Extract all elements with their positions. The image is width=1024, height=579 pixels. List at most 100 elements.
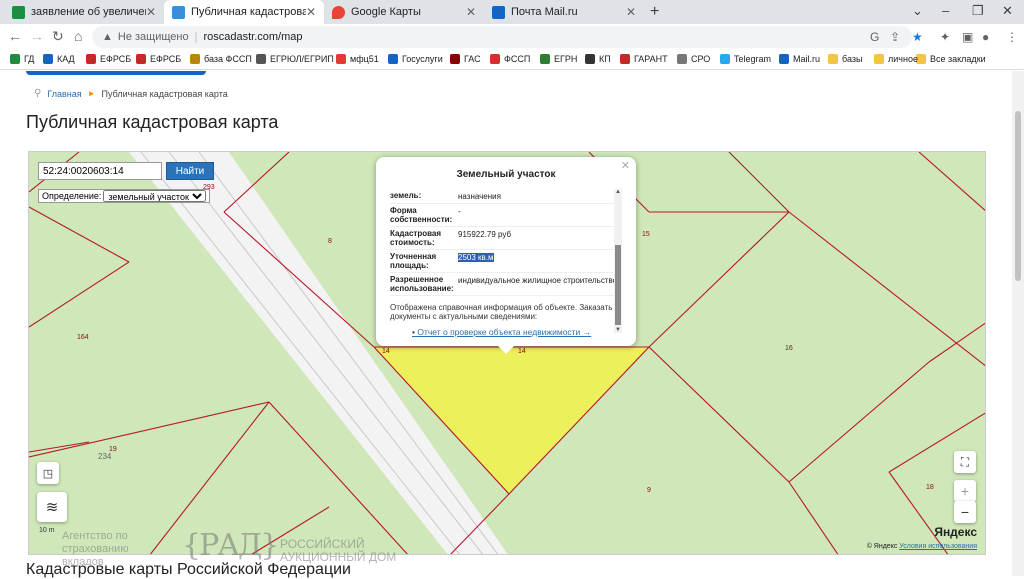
bookmark-label: ЕГРЮЛ/ЕГРИП xyxy=(270,54,334,64)
bookmark-label: ГАС xyxy=(464,54,481,64)
parcel-label: 9 xyxy=(647,487,651,494)
tab-cadastral-map[interactable]: Публичная кадастровая карта ✕ xyxy=(164,0,324,24)
address-toolbar: ← → ↻ ⌂ ▲ Не защищено | roscadastr.com/m… xyxy=(0,24,1024,50)
mail-icon xyxy=(492,5,505,19)
tab-search-icon[interactable]: ⌄ xyxy=(912,3,923,19)
google-icon[interactable]: G xyxy=(870,30,879,44)
page-scroll-thumb[interactable] xyxy=(1015,111,1021,281)
tab-title: заявление об увеличении иска xyxy=(31,6,146,18)
new-tab-button[interactable]: + xyxy=(650,3,659,21)
address-bar[interactable]: ▲ Не защищено | roscadastr.com/map xyxy=(92,26,912,48)
bookmark-item[interactable]: Mail.ru xyxy=(779,54,820,64)
security-label: Не защищено xyxy=(117,31,189,43)
tab-document[interactable]: заявление об увеличении иска ✕ xyxy=(4,0,164,24)
cadastral-map[interactable]: 293 8 15 164 14 14 16 19 234 9 18 Найти … xyxy=(28,151,986,555)
breadcrumb: ⚲ Главная ► Публичная кадастровая карта xyxy=(34,88,228,99)
plus-icon: + xyxy=(960,483,970,499)
row-key: земель: xyxy=(390,191,422,200)
bookmark-label: ФССП xyxy=(504,54,531,64)
bookmark-item[interactable]: ЕФРСБ xyxy=(136,54,181,64)
cadastral-number-input[interactable] xyxy=(38,162,162,180)
bookmark-item[interactable]: ФССП xyxy=(490,54,530,64)
bookmark-item[interactable]: личное xyxy=(874,54,918,64)
bookmark-item[interactable]: базы xyxy=(828,54,862,64)
all-bookmarks-label: Все закладки xyxy=(930,54,986,64)
bookmark-item[interactable]: ЕГРН xyxy=(540,54,577,64)
popup-body: земель: назначения Форма собственности: … xyxy=(390,189,622,339)
popup-pointer xyxy=(498,346,514,354)
zoom-in-button[interactable]: + xyxy=(954,480,976,502)
back-icon[interactable]: ← xyxy=(8,28,22,44)
row-value: 2503 кв.м xyxy=(458,252,622,270)
close-icon[interactable]: ✕ xyxy=(626,5,636,19)
avatar[interactable]: ● xyxy=(982,30,989,44)
report-link[interactable]: Отчет о проверке объекта недвижимости → xyxy=(412,327,622,337)
location-pin-icon: ⚲ xyxy=(34,88,42,99)
bookmark-item[interactable]: ГАС xyxy=(450,54,481,64)
bookmark-star-icon[interactable]: ★ xyxy=(912,30,923,44)
bookmark-item[interactable]: ГАРАНТ xyxy=(620,54,668,64)
row-value: индивидуальное жилищное строительство xyxy=(458,276,618,285)
bookmark-item[interactable]: мфц51 xyxy=(336,54,379,64)
bookmark-item[interactable]: ГД xyxy=(10,54,34,64)
share-icon[interactable]: ⇪ xyxy=(890,30,900,44)
area-value-selected[interactable]: 2503 кв.м xyxy=(458,253,494,262)
all-bookmarks[interactable]: Все закладки xyxy=(916,54,986,64)
close-icon[interactable]: ✕ xyxy=(466,5,476,19)
bookmark-item[interactable]: СРО xyxy=(677,54,710,64)
bookmark-item[interactable]: Telegram xyxy=(720,54,771,64)
bookmark-icon xyxy=(540,54,550,64)
scroll-thumb[interactable] xyxy=(615,245,621,325)
info-row: Разрешенное использование: индивидуально… xyxy=(390,273,622,296)
minus-icon: − xyxy=(960,504,970,520)
maximize-button[interactable]: ❐ xyxy=(972,3,984,19)
page-scrollbar[interactable] xyxy=(1012,71,1024,576)
watermark-logo: {РАД} xyxy=(182,528,279,563)
bookmark-label: КП xyxy=(599,54,611,64)
popup-scrollbar[interactable]: ▲ ▼ xyxy=(614,189,622,333)
minimize-button[interactable]: – xyxy=(942,3,949,18)
info-row: земель: назначения xyxy=(390,189,622,204)
close-icon[interactable]: ✕ xyxy=(621,159,630,172)
row-value: - xyxy=(458,207,461,216)
watermark-auction: РОССИЙСКИЙ АУКЦИОННЫЙ ДОМ xyxy=(280,537,397,564)
parcel-label: 14 xyxy=(382,348,390,355)
ruler-button[interactable]: ◳ xyxy=(37,462,59,484)
terms-link[interactable]: Условия использования xyxy=(899,543,977,550)
side-panel-icon[interactable]: ▣ xyxy=(962,30,973,44)
forward-icon[interactable]: → xyxy=(30,28,44,44)
home-icon[interactable]: ⌂ xyxy=(74,28,82,44)
reload-icon[interactable]: ↻ xyxy=(52,28,64,45)
definition-label: Определение: xyxy=(42,191,102,201)
tab-mail[interactable]: Почта Mail.ru ✕ xyxy=(484,0,644,24)
find-button[interactable]: Найти xyxy=(166,162,214,180)
map-attribution: © Яндекс Условия использования xyxy=(867,543,977,550)
breadcrumb-home[interactable]: Главная xyxy=(47,89,81,99)
bookmark-icon xyxy=(828,54,838,64)
bookmark-icon xyxy=(720,54,730,64)
bookmark-item[interactable]: ЕГРЮЛ/ЕГРИП xyxy=(256,54,334,64)
bookmark-item[interactable]: Госуслуги xyxy=(388,54,443,64)
popup-info-text: Отображена справочная информация об объе… xyxy=(390,303,613,321)
copyright-text: © Яндекс xyxy=(866,543,898,550)
zoom-out-button[interactable]: − xyxy=(954,501,976,523)
definition-row: Определение: земельный участок xyxy=(38,189,211,203)
close-window-button[interactable]: ✕ xyxy=(1002,3,1013,19)
layers-button[interactable]: ≋ xyxy=(37,492,67,522)
bookmark-item[interactable]: ЕФРСБ xyxy=(86,54,131,64)
fullscreen-button[interactable]: ⛶ xyxy=(954,451,976,473)
definition-select[interactable]: земельный участок xyxy=(103,190,207,202)
close-icon[interactable]: ✕ xyxy=(146,5,156,19)
extensions-icon[interactable]: ✦ xyxy=(940,30,950,44)
warning-icon[interactable]: ▲ xyxy=(102,31,113,43)
menu-icon[interactable]: ⋮ xyxy=(1006,30,1018,44)
close-icon[interactable]: ✕ xyxy=(306,5,316,19)
bookmark-item[interactable]: база ФССП xyxy=(190,54,252,64)
tab-google-maps[interactable]: Google Карты ✕ xyxy=(324,0,484,24)
bookmark-item[interactable]: КАД xyxy=(43,54,75,64)
page-content: ⚲ Главная ► Публичная кадастровая карта … xyxy=(0,71,1012,578)
bookmark-item[interactable]: КП xyxy=(585,54,611,64)
parcel-label: 164 xyxy=(77,334,89,341)
scroll-down-icon[interactable]: ▼ xyxy=(614,327,622,333)
scroll-up-icon[interactable]: ▲ xyxy=(614,189,622,195)
